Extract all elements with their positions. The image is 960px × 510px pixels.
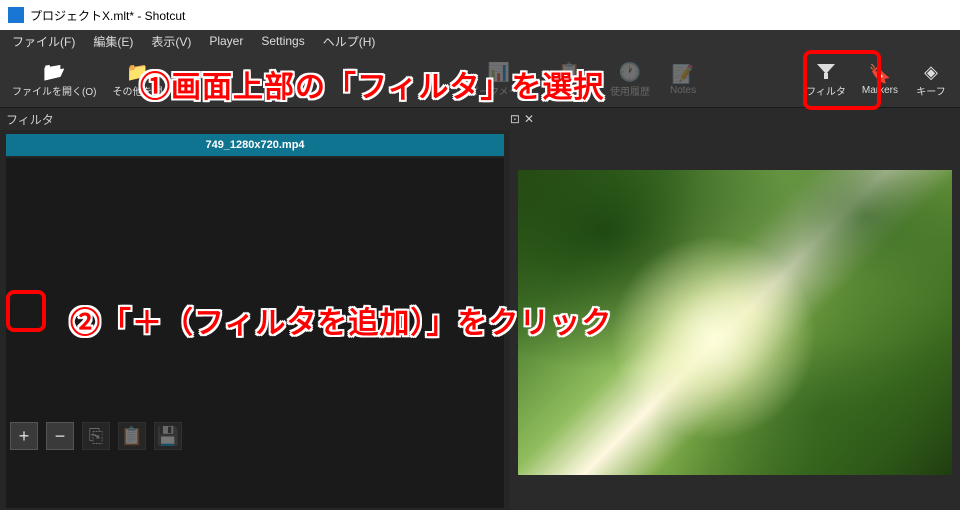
clip-name[interactable]: 749_1280x720.mp4 — [6, 134, 504, 156]
menu-view[interactable]: 表示(V) — [143, 31, 199, 52]
notes-label: Notes — [670, 85, 696, 96]
panel-title: フィルタ — [6, 111, 54, 128]
filter-button[interactable]: フィルタ — [798, 57, 854, 102]
annotation-step1: ①画面上部の「フィルタ」を選択 — [140, 62, 604, 106]
markers-label: Markers — [862, 85, 898, 96]
menu-help[interactable]: ヘルプ(H) — [315, 31, 384, 52]
menu-file[interactable]: ファイル(F) — [4, 31, 83, 52]
save-filter-button[interactable]: 💾 — [154, 422, 182, 450]
keyframe-label: キーフ — [916, 83, 945, 98]
window-title: プロジェクトX.mlt* - Shotcut — [30, 7, 185, 24]
add-filter-button[interactable]: + — [10, 422, 38, 450]
paste-filter-button[interactable]: 📋 — [118, 422, 146, 450]
history-icon: 🕐 — [619, 61, 641, 83]
bookmark-icon: 🔖 — [869, 63, 891, 85]
filter-panel-header: フィルタ ⊡ ✕ — [0, 108, 960, 130]
remove-filter-button[interactable]: − — [46, 422, 74, 450]
history-button[interactable]: 🕐 使用履歴 — [602, 57, 658, 102]
history-label: 使用履歴 — [610, 83, 650, 98]
funnel-icon — [817, 61, 835, 83]
menu-settings[interactable]: Settings — [253, 32, 312, 50]
markers-button[interactable]: 🔖 Markers — [854, 59, 906, 100]
titlebar: プロジェクトX.mlt* - Shotcut — [0, 0, 960, 30]
filter-label: フィルタ — [806, 83, 846, 98]
detach-icon[interactable]: ⊡ — [510, 112, 520, 126]
app-icon — [8, 7, 24, 23]
open-label: ファイルを開く(O) — [12, 83, 96, 98]
folder-icon — [43, 61, 65, 83]
keyframe-button[interactable]: ◈ キーフ — [906, 57, 956, 102]
menubar: ファイル(F) 編集(E) 表示(V) Player Settings ヘルプ(… — [0, 30, 960, 52]
notes-button[interactable]: 📝 Notes — [658, 59, 708, 100]
annotation-step2: ②「＋（フィルタを追加）」をクリック — [70, 298, 612, 342]
notes-icon: 📝 — [672, 63, 694, 85]
menu-player[interactable]: Player — [201, 32, 251, 50]
menu-edit[interactable]: 編集(E) — [85, 31, 141, 52]
close-icon[interactable]: ✕ — [524, 112, 534, 126]
keyframe-icon: ◈ — [924, 61, 938, 83]
open-file-button[interactable]: ファイルを開く(O) — [4, 57, 104, 102]
filter-controls: + − ⎘ 📋 💾 — [10, 422, 182, 450]
copy-filter-button[interactable]: ⎘ — [82, 422, 110, 450]
